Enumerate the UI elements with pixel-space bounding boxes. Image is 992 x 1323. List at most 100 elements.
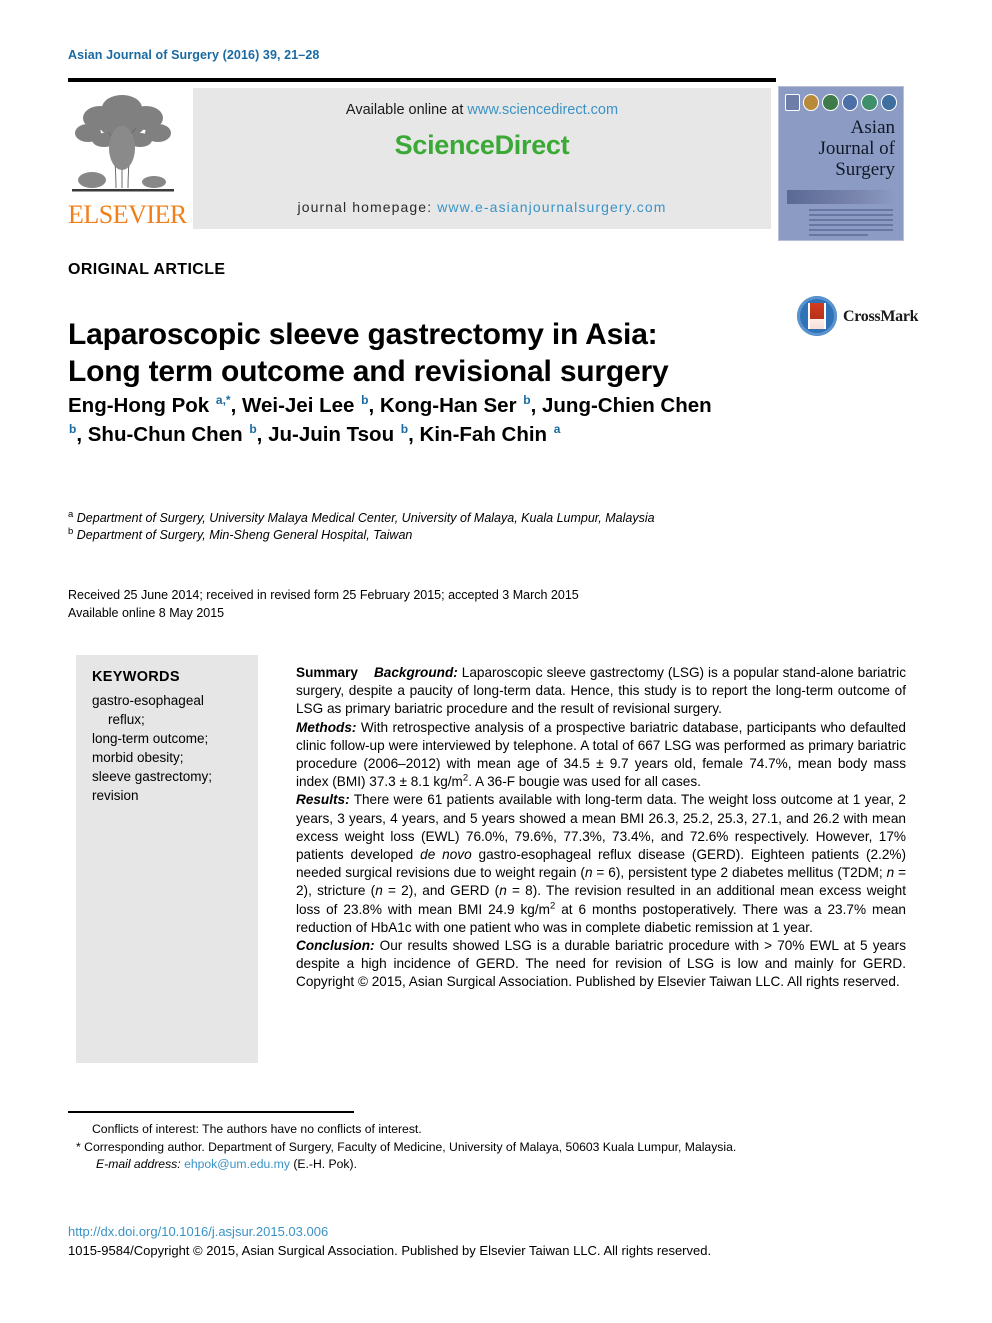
running-head: Asian Journal of Surgery (2016) 39, 21–2… bbox=[68, 48, 320, 62]
author-name: Eng-Hong Pok bbox=[68, 394, 215, 417]
sciencedirect-brand: ScienceDirect bbox=[394, 130, 570, 160]
available-online-text: Available online at bbox=[345, 102, 468, 118]
journal-cover-thumbnail: Asian Journal of Surgery bbox=[778, 86, 904, 241]
author-separator: , bbox=[408, 423, 420, 446]
footnote-separator bbox=[68, 1111, 354, 1113]
results-italic-2: n bbox=[584, 865, 593, 881]
crossmark-label: CrossMark bbox=[843, 308, 919, 325]
author-affiliation-mark: a,* bbox=[215, 393, 231, 408]
methods-label: Methods: bbox=[296, 719, 357, 735]
conclusion-text: Our results showed LSG is a durable bari… bbox=[296, 938, 906, 972]
header-top-rule bbox=[68, 78, 776, 82]
author-name: Ju-Juin Tsou bbox=[268, 423, 400, 446]
keyword-item: reflux; bbox=[108, 712, 145, 727]
affiliation-text: Department of Surgery, University Malaya… bbox=[73, 511, 655, 525]
email-label: E-mail address: bbox=[96, 1157, 181, 1171]
methods-text-b: . A 36-F bougie was used for all cases. bbox=[468, 774, 701, 790]
abstract-methods-paragraph: Methods: With retrospective analysis of … bbox=[296, 719, 906, 792]
crossmark-badge[interactable]: CrossMark bbox=[797, 296, 919, 338]
keyword-item: morbid obesity; bbox=[92, 750, 184, 765]
author-name: Wei-Jei Lee bbox=[242, 394, 361, 417]
sciencedirect-link[interactable]: www.sciencedirect.com bbox=[467, 102, 618, 118]
corresponding-author-note: * Corresponding author. Department of Su… bbox=[76, 1139, 906, 1157]
crossmark-icon bbox=[797, 296, 837, 336]
abstract-results-paragraph: Results: There were 61 patients availabl… bbox=[296, 791, 906, 937]
corresponding-author-text: Corresponding author. Department of Surg… bbox=[80, 1139, 737, 1154]
cover-title-line-1: Asian bbox=[850, 117, 895, 138]
elsevier-tree-icon bbox=[72, 95, 174, 192]
author-affiliation-mark: b bbox=[400, 422, 409, 437]
journal-article-page: Asian Journal of Surgery (2016) 39, 21–2… bbox=[0, 0, 992, 1323]
seal-badge-icon bbox=[802, 93, 820, 111]
author-name: Shu-Chun Chen bbox=[87, 423, 249, 446]
results-label: Results: bbox=[296, 792, 350, 808]
footnote-block: Conflicts of interest: The authors have … bbox=[76, 1121, 906, 1174]
author-affiliation-mark: b bbox=[249, 422, 257, 437]
author-separator: , bbox=[530, 394, 542, 417]
doi-link[interactable]: http://dx.doi.org/10.1016/j.asjsur.2015.… bbox=[68, 1224, 328, 1239]
email-suffix: (E.-H. Pok). bbox=[289, 1157, 357, 1171]
affiliation-item: b Department of Surgery, Min-Sheng Gener… bbox=[68, 527, 758, 544]
available-online-line: Available online at www.sciencedirect.co… bbox=[193, 102, 771, 118]
author-separator: , bbox=[76, 423, 88, 446]
article-title-line-2: Long term outcome and revisional surgery bbox=[68, 355, 669, 389]
issn-copyright-line: 1015-9584/Copyright © 2015, Asian Surgic… bbox=[68, 1243, 712, 1258]
journal-homepage-line: journal homepage: www.e-asianjournalsurg… bbox=[193, 199, 771, 215]
author-list: Eng-Hong Pok a,*, Wei-Jei Lee b, Kong-Ha… bbox=[68, 391, 728, 449]
publication-dates: Received 25 June 2014; received in revis… bbox=[68, 586, 768, 622]
article-title-line-1: Laparoscopic sleeve gastrectomy in Asia: bbox=[68, 318, 658, 352]
results-italic-5: n bbox=[499, 883, 507, 899]
affiliation-item: a Department of Surgery, University Mala… bbox=[68, 510, 758, 527]
available-online-date-line: Available online 8 May 2015 bbox=[68, 606, 225, 620]
keyword-item: revision bbox=[92, 788, 139, 803]
keywords-panel: KEYWORDS gastro-esophageal reflux; long-te… bbox=[76, 655, 258, 1063]
abstract-conclusion-paragraph: Conclusion: Our results showed LSG is a … bbox=[296, 937, 906, 992]
crossmark-book-icon bbox=[808, 303, 826, 329]
email-note: E-mail address: ehpok@um.edu.my (E.-H. P… bbox=[76, 1156, 906, 1174]
received-dates-line: Received 25 June 2014; received in revis… bbox=[68, 588, 579, 602]
background-label: Background: bbox=[373, 665, 458, 680]
abstract-background-paragraph: Summary Background: Laparoscopic sleeve g… bbox=[296, 664, 906, 719]
seal-badge-icon bbox=[841, 93, 859, 111]
author-name: Jung-Chien Chen bbox=[542, 394, 712, 417]
article-type-label: ORIGINAL ARTICLE bbox=[68, 261, 226, 278]
cover-text-lines bbox=[809, 209, 893, 239]
cover-title: Asian Journal of Surgery bbox=[787, 117, 895, 180]
elsevier-logo: ELSEVIER bbox=[68, 88, 187, 234]
conflicts-of-interest-note: Conflicts of interest: The authors have … bbox=[92, 1122, 422, 1136]
seal-badge-icon bbox=[785, 93, 800, 111]
author-affiliation-mark: a bbox=[553, 422, 561, 437]
elsevier-wordmark: ELSEVIER bbox=[68, 200, 187, 229]
email-link[interactable]: ehpok@um.edu.my bbox=[184, 1157, 290, 1171]
abstract-body: Summary Background: Laparoscopic sleeve g… bbox=[296, 664, 906, 992]
seal-badge-icon bbox=[880, 93, 897, 111]
summary-label: Summary bbox=[296, 665, 358, 680]
page-title: Laparoscopic sleeve gastrectomy in Asia:… bbox=[68, 316, 708, 390]
journal-homepage-link[interactable]: www.e-asianjournalsurgery.com bbox=[437, 199, 666, 215]
author-name: Kong-Han Ser bbox=[379, 394, 523, 417]
cover-title-line-2: Journal of bbox=[818, 138, 895, 159]
publisher-header: ELSEVIER Available online at www.science… bbox=[68, 86, 904, 241]
results-italic-4: n bbox=[375, 883, 383, 899]
journal-homepage-label: journal homepage: bbox=[297, 199, 438, 215]
keyword-item: long-term outcome; bbox=[92, 731, 209, 746]
keyword-item: sleeve gastrectomy; bbox=[92, 769, 213, 784]
keyword-item: gastro-esophageal bbox=[92, 693, 204, 708]
conclusion-label: Conclusion: bbox=[296, 938, 375, 954]
author-separator: , bbox=[256, 423, 269, 446]
results-italic-1: de novo bbox=[420, 847, 472, 863]
author-name: Kin-Fah Chin bbox=[419, 423, 553, 446]
affiliation-list: a Department of Surgery, University Mala… bbox=[68, 510, 758, 544]
results-text-e: = 2), and GERD ( bbox=[382, 883, 500, 899]
keywords-list: gastro-esophageal reflux; long-term outcom… bbox=[92, 691, 250, 805]
sciencedirect-banner: Available online at www.sciencedirect.co… bbox=[193, 88, 771, 229]
keywords-heading: KEYWORDS bbox=[92, 669, 180, 685]
seal-badge-icon bbox=[861, 93, 878, 111]
author-separator: , bbox=[230, 394, 242, 417]
cover-title-line-3: Surgery bbox=[835, 159, 895, 180]
seal-badge-icon bbox=[822, 93, 839, 111]
abstract-copyright: Copyright © 2015, Asian Surgical Associa… bbox=[296, 974, 900, 990]
author-separator: , bbox=[368, 394, 380, 417]
author-affiliation-mark: b bbox=[523, 393, 531, 408]
results-text-c: = 6), persistent type 2 diabetes mellitu… bbox=[592, 865, 887, 881]
